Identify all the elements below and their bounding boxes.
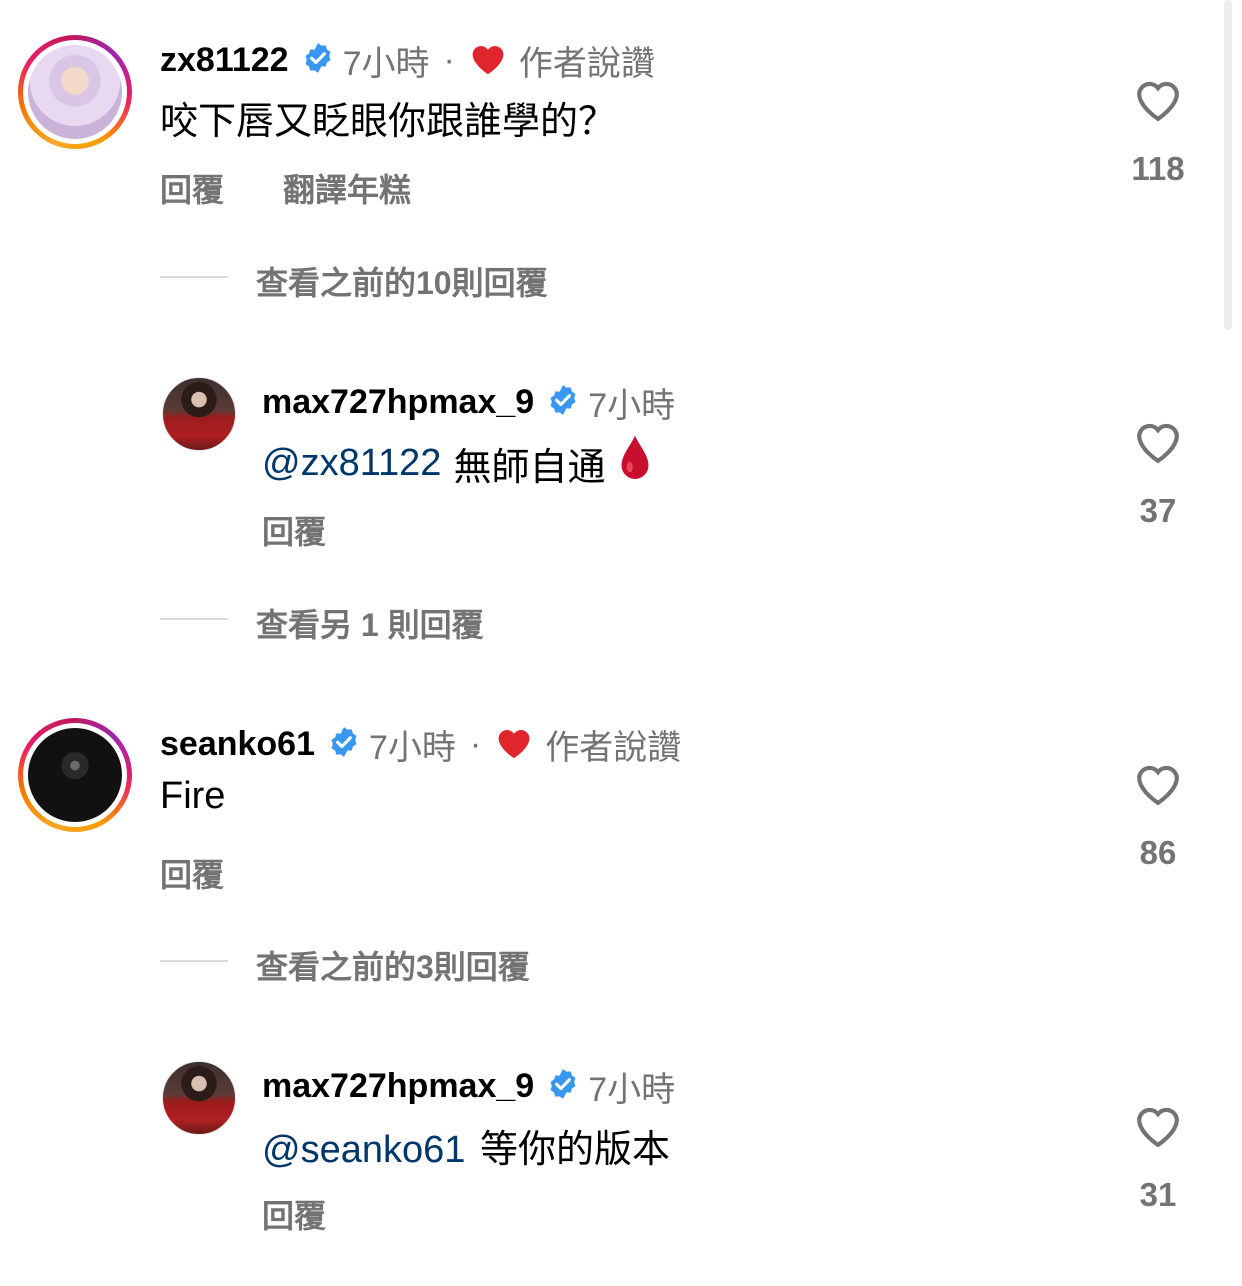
reply-time: 7小時 xyxy=(588,1071,676,1109)
username[interactable]: max727hpmax_9 xyxy=(262,1067,534,1106)
mention-link[interactable]: @seanko61 xyxy=(262,1129,465,1171)
reply-header: max727hpmax_9 7小時 xyxy=(262,1062,675,1111)
like-heart-icon[interactable] xyxy=(1132,418,1184,464)
view-replies-button[interactable]: 查看之前的10則回覆 xyxy=(256,258,548,304)
divider-line xyxy=(160,276,228,278)
avatar-seanko61[interactable] xyxy=(18,718,132,832)
username[interactable]: max727hpmax_9 xyxy=(262,383,534,422)
reply-text: @seanko61 等你的版本 xyxy=(262,1118,670,1173)
verified-badge-icon xyxy=(327,725,361,764)
verified-badge-icon xyxy=(301,41,335,80)
avatar-zx81122[interactable] xyxy=(18,35,132,149)
username[interactable]: zx81122 xyxy=(160,41,289,80)
view-more-replies-button[interactable]: 查看另 1 則回覆 xyxy=(256,600,484,646)
avatar-max727hpmax_9[interactable] xyxy=(162,377,236,451)
divider-line xyxy=(160,618,228,620)
reply-text: @zx81122 無師自通 xyxy=(262,434,653,492)
like-heart-icon[interactable] xyxy=(1132,760,1184,806)
comment-time: 7小時 xyxy=(342,45,430,83)
reply-time: 7小時 xyxy=(588,387,676,425)
avatar-max727hpmax_9[interactable] xyxy=(162,1061,236,1135)
reply-button[interactable]: 回覆 xyxy=(262,1191,326,1237)
reply-body: 無師自通 xyxy=(453,446,606,489)
comment-text: Fire xyxy=(160,775,226,817)
like-count: 86 xyxy=(1139,834,1177,871)
scrollbar[interactable] xyxy=(1224,0,1232,330)
comment-text: 咬下唇又眨眼你跟誰學的？ xyxy=(160,101,617,143)
reply-button[interactable]: 回覆 xyxy=(160,850,224,896)
translate-button[interactable]: 翻譯年糕 xyxy=(283,165,411,211)
verified-badge-icon xyxy=(546,1067,580,1106)
liked-by-author: 作者說讚 xyxy=(545,729,682,767)
view-replies-button[interactable]: 查看之前的3則回覆 xyxy=(256,942,530,988)
reply-button[interactable]: 回覆 xyxy=(262,507,326,553)
divider-line xyxy=(160,960,228,962)
reply-header: max727hpmax_9 7小時 xyxy=(262,378,675,427)
separator-dot: · xyxy=(443,41,455,79)
like-count: 31 xyxy=(1139,1176,1177,1213)
verified-badge-icon xyxy=(546,383,580,422)
author-liked-heart-icon xyxy=(495,725,533,764)
author-liked-heart-icon xyxy=(469,41,507,80)
separator-dot: · xyxy=(469,725,482,763)
comment-time: 7小時 xyxy=(369,729,456,767)
mention-link[interactable]: @zx81122 xyxy=(262,442,441,485)
comment-header: seanko61 7小時 · 作者說讚 xyxy=(160,720,681,769)
reply-button[interactable]: 回覆 xyxy=(160,165,224,211)
like-count: 37 xyxy=(1139,492,1177,529)
like-heart-icon[interactable] xyxy=(1132,1102,1184,1148)
drop-of-blood-icon xyxy=(617,434,653,492)
comment-header: zx81122 7小時 · 作者說讚 xyxy=(160,36,655,85)
like-heart-icon[interactable] xyxy=(1132,76,1184,122)
reply-body: 等你的版本 xyxy=(479,1129,670,1171)
username[interactable]: seanko61 xyxy=(160,725,315,764)
like-count: 118 xyxy=(1131,150,1185,187)
liked-by-author: 作者說讚 xyxy=(518,45,655,83)
